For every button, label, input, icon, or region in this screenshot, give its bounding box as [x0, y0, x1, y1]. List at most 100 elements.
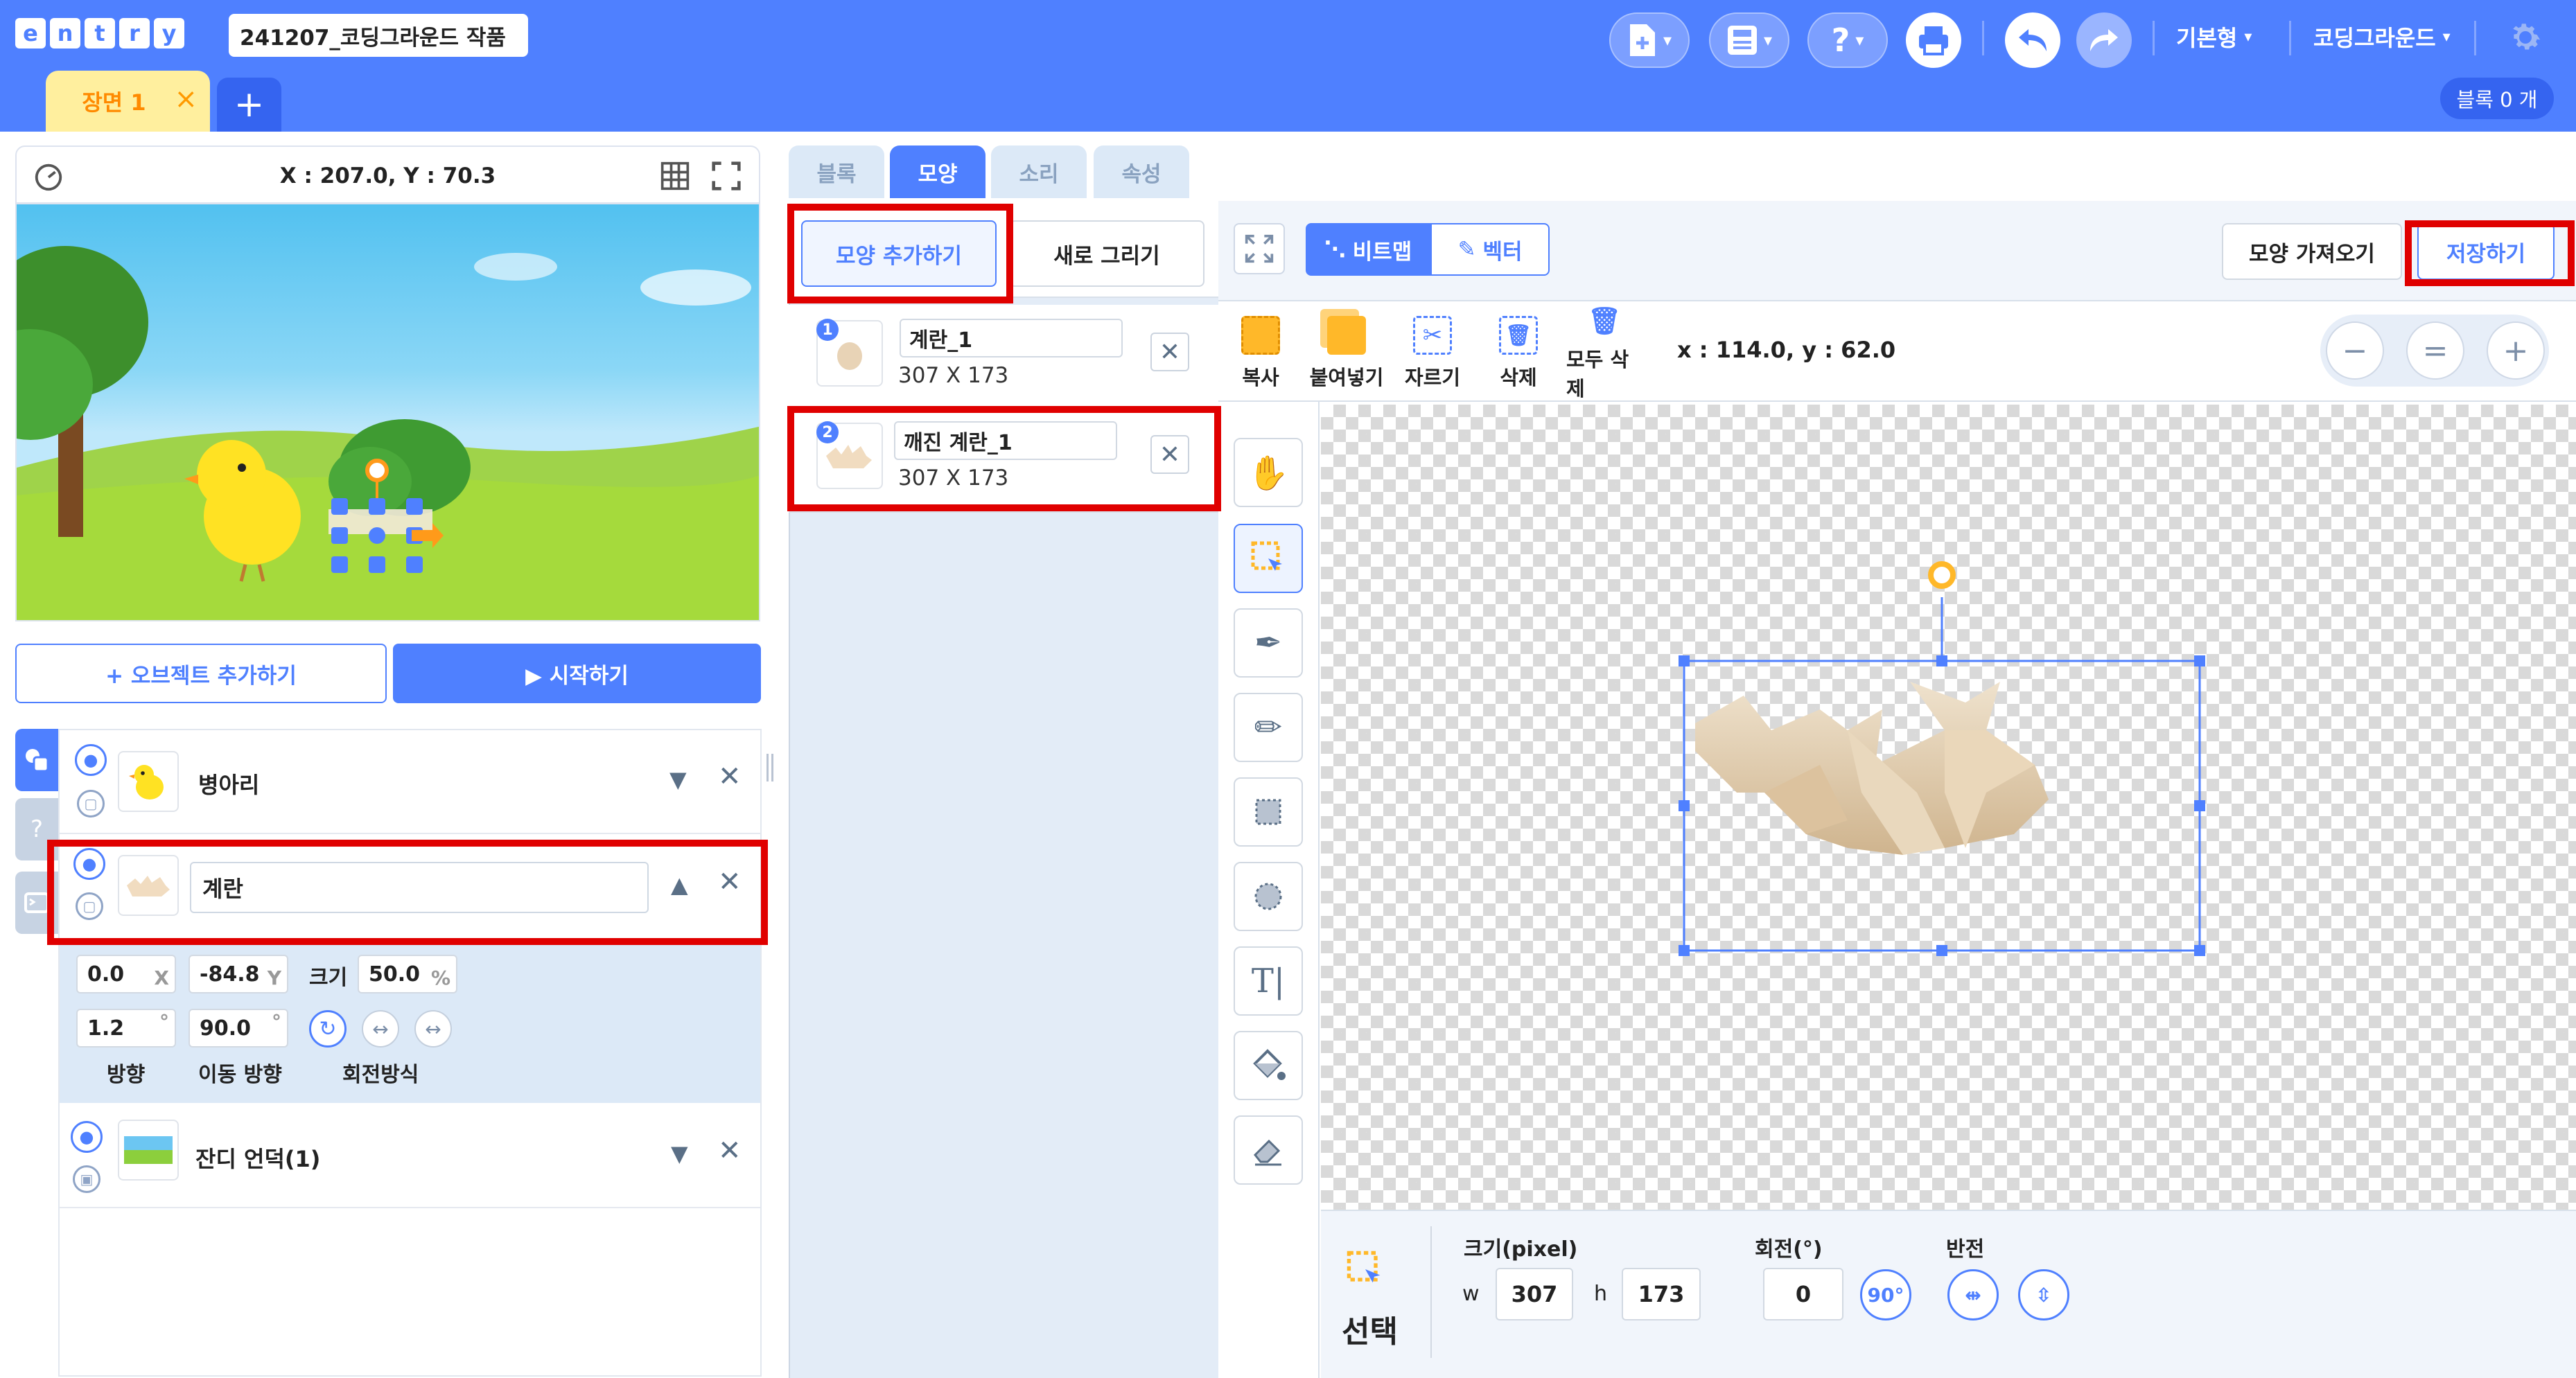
print-button[interactable] [1906, 12, 1961, 68]
paint-coordinates: x : 114.0, y : 62.0 [1677, 337, 1896, 363]
paste-button[interactable]: 붙여넣기 [1308, 308, 1385, 398]
rotation-input[interactable]: 0 [1763, 1268, 1843, 1320]
eye-icon[interactable]: ● [71, 1121, 103, 1153]
delete-button[interactable]: 🗑 삭제 [1480, 308, 1557, 398]
undo-button[interactable] [2005, 12, 2060, 68]
copy-button[interactable]: 복사 [1223, 308, 1299, 398]
vector-mode-button[interactable]: ✎ 벡터 [1430, 223, 1550, 276]
width-input[interactable]: 307 [1496, 1268, 1573, 1320]
flip-horizontal-button[interactable]: ⇹ [1947, 1269, 1999, 1320]
fullscreen-button[interactable] [710, 159, 743, 193]
zoom-out-button[interactable]: − [2326, 321, 2384, 380]
divider [2474, 21, 2476, 55]
eraser-tool[interactable] [1234, 1115, 1303, 1185]
move-direction-field[interactable]: 90.0 ° [189, 1009, 288, 1048]
expand-editor-button[interactable] [1234, 223, 1285, 274]
flip-vertical-button[interactable]: ⇳ [2018, 1269, 2069, 1320]
unlock-icon[interactable]: ▢ [77, 790, 105, 818]
save-menu-button[interactable]: ▾ [1709, 12, 1789, 68]
flip-vertical-icon: ⇳ [2035, 1283, 2052, 1307]
settings-button[interactable] [2506, 18, 2545, 57]
tab-properties[interactable]: 속성 [1094, 145, 1189, 198]
redo-button[interactable] [2076, 12, 2132, 68]
close-icon[interactable]: × [174, 83, 198, 115]
rotation-free-button[interactable]: ↻ [309, 1010, 347, 1048]
rectangle-tool[interactable] [1234, 777, 1303, 847]
object-name: 잔디 언덕(1) [195, 1146, 321, 1172]
logo-letter: r [119, 18, 150, 48]
lock-icon[interactable]: ▣ [73, 1165, 100, 1193]
object-row-grass-hill[interactable]: ● ▣ 잔디 언덕(1) ▼ ✕ [60, 1104, 760, 1208]
rotation-none-button[interactable]: ↔ [414, 1010, 452, 1048]
pen-icon: ✒ [1254, 624, 1283, 662]
broken-egg-shape [1679, 561, 2205, 956]
zoom-reset-button[interactable]: = [2406, 321, 2464, 380]
direction-field[interactable]: 1.2 ° [76, 1009, 176, 1048]
circle-tool[interactable] [1234, 862, 1303, 931]
shape-name-input[interactable]: 계란_1 [900, 319, 1123, 357]
delete-object-icon[interactable]: ✕ [718, 761, 742, 793]
delete-selection-icon: 🗑 [1499, 316, 1538, 355]
pencil-tool[interactable]: ✏ [1234, 693, 1303, 762]
tab-sounds[interactable]: 소리 [991, 145, 1087, 198]
delete-shape-icon[interactable]: ✕ [1150, 333, 1189, 371]
hand-icon: ✋ [1247, 453, 1289, 493]
entry-logo[interactable]: e n t r y [15, 14, 186, 53]
y-field[interactable]: -84.8 Y [189, 955, 288, 993]
help-button[interactable]: ? ▾ [1807, 12, 1888, 68]
user-menu[interactable]: 코딩그라운드 ▾ [2313, 19, 2451, 54]
chevron-down-icon: ▾ [1855, 30, 1864, 50]
tab-shapes[interactable]: 모양 [890, 145, 985, 198]
object-row-chick[interactable]: ● ▢ 병아리 ▼ ✕ [60, 730, 760, 834]
paint-bucket-icon [1253, 1049, 1286, 1080]
chevron-down-icon[interactable]: ▼ [669, 766, 687, 793]
grid-toggle-button[interactable] [658, 159, 692, 193]
height-input[interactable]: 173 [1622, 1268, 1701, 1320]
console-icon [24, 892, 49, 913]
hand-tool[interactable]: ✋ [1234, 438, 1303, 507]
stage-canvas[interactable] [15, 203, 760, 621]
shape-item-1[interactable]: 1 계란_1 307 X 173 ✕ [789, 305, 1218, 409]
tab-blocks[interactable]: 블록 [789, 145, 884, 198]
size-pixel-label: 크기(pixel) [1464, 1237, 1578, 1262]
delete-all-button[interactable]: 🗑 모두 삭제 [1566, 306, 1642, 400]
resize-handle[interactable] [766, 754, 773, 781]
block-count-badge: 블록 0 개 [2440, 78, 2554, 119]
size-field[interactable]: 50.0% [358, 955, 457, 993]
start-button[interactable]: ▶ 시작하기 [393, 644, 761, 703]
direction-label: 방향 [107, 1063, 146, 1087]
tab-scene-1[interactable]: 장면 1 × [46, 71, 210, 132]
rotation-mode-label: 회전방식 [342, 1063, 419, 1087]
new-draw-button[interactable]: 새로 그리기 [1009, 220, 1204, 287]
zoom-in-button[interactable]: + [2487, 321, 2545, 380]
highlight-save-button [2405, 220, 2575, 286]
project-title-input[interactable]: 241207_코딩그라운드 작품 [229, 14, 528, 57]
scissors-icon: ✂ [1413, 316, 1452, 355]
select-tool[interactable] [1234, 524, 1303, 593]
logo-letter: y [154, 18, 184, 48]
chevron-down-icon[interactable]: ▼ [671, 1140, 688, 1167]
import-shape-button[interactable]: 모양 가져오기 [2222, 223, 2402, 280]
add-scene-button[interactable]: + [217, 78, 281, 132]
flip-label: 반전 [1946, 1237, 1985, 1262]
add-object-button[interactable]: + 오브젝트 추가하기 [15, 644, 387, 703]
x-field[interactable]: 0.0 X [76, 955, 176, 993]
new-file-icon [1629, 24, 1655, 56]
bitmap-mode-button[interactable]: ⋱ 비트맵 [1306, 223, 1430, 276]
cut-button[interactable]: ✂ 자르기 [1394, 308, 1471, 398]
fill-tool[interactable] [1234, 1031, 1303, 1100]
y-value: -84.8 [200, 962, 260, 987]
delete-object-icon[interactable]: ✕ [718, 1135, 742, 1167]
delete-all-label: 모두 삭제 [1566, 347, 1629, 400]
new-file-button[interactable]: ▾ [1609, 12, 1690, 68]
rotation-label: 회전(°) [1755, 1237, 1823, 1262]
text-tool[interactable]: T| [1234, 946, 1303, 1016]
mode-menu-label: 기본형 [2176, 25, 2238, 51]
side-tab-objects[interactable] [15, 729, 58, 791]
eye-icon[interactable]: ● [75, 744, 107, 776]
mode-menu[interactable]: 기본형 ▾ [2176, 19, 2252, 54]
pen-tool[interactable]: ✒ [1234, 608, 1303, 678]
rotation-horizontal-button[interactable]: ↔ [362, 1010, 399, 1048]
drawing-canvas[interactable] [1321, 405, 2576, 1210]
rotate-90-button[interactable]: 90° [1860, 1269, 1911, 1320]
